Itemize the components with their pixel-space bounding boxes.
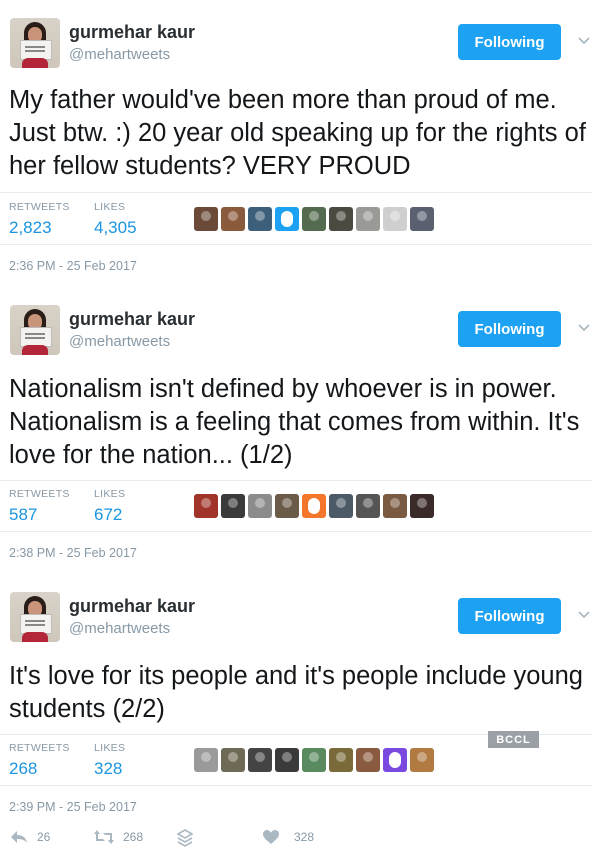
avatar[interactable]	[10, 18, 60, 68]
likes-label: LIKES	[94, 742, 126, 754]
reply-count: 26	[37, 830, 51, 844]
liker-avatar[interactable]	[221, 207, 245, 231]
avatar[interactable]	[10, 592, 60, 642]
retweet-icon	[94, 830, 114, 844]
retweets-count[interactable]: 268	[9, 759, 37, 779]
following-button[interactable]: Following	[458, 598, 561, 634]
user-handle[interactable]: @mehartweets	[69, 620, 170, 637]
likes-count[interactable]: 328	[94, 759, 122, 779]
retweet-count: 268	[123, 830, 144, 844]
divider	[0, 480, 592, 481]
divider	[0, 244, 592, 245]
liker-avatar[interactable]	[194, 207, 218, 231]
liker-avatar[interactable]	[248, 748, 272, 772]
likes-count[interactable]: 4,305	[94, 218, 137, 238]
retweets-label: RETWEETS	[9, 488, 70, 500]
reply-action[interactable]: 26	[9, 829, 50, 845]
liker-avatar[interactable]	[221, 494, 245, 518]
chevron-down-icon[interactable]	[576, 319, 592, 335]
watermark: BCCL	[488, 731, 539, 748]
display-name[interactable]: gurmehar kaur	[69, 596, 195, 617]
liker-avatar[interactable]	[383, 494, 407, 518]
retweets-label: RETWEETS	[9, 742, 70, 754]
heart-icon	[263, 830, 279, 844]
retweets-label: RETWEETS	[9, 201, 70, 213]
liker-avatar[interactable]	[356, 748, 380, 772]
likes-label: LIKES	[94, 201, 126, 213]
layers-icon	[177, 829, 193, 847]
retweets-count[interactable]: 2,823	[9, 218, 52, 238]
liker-avatar[interactable]	[275, 207, 299, 231]
user-handle[interactable]: @mehartweets	[69, 46, 170, 63]
display-name[interactable]: gurmehar kaur	[69, 309, 195, 330]
divider	[0, 531, 592, 532]
reply-icon	[11, 831, 27, 843]
liker-avatar[interactable]	[329, 748, 353, 772]
liker-avatar[interactable]	[329, 494, 353, 518]
liker-avatars	[194, 207, 434, 231]
tweet-1: gurmehar kaur @mehartweets Following My …	[0, 0, 600, 287]
likes-count[interactable]: 672	[94, 505, 122, 525]
timestamp[interactable]: 2:36 PM - 25 Feb 2017	[9, 259, 137, 273]
divider	[0, 785, 592, 786]
liker-avatar[interactable]	[410, 748, 434, 772]
tweet-text: My father would've been more than proud …	[9, 86, 586, 180]
liker-avatar[interactable]	[383, 748, 407, 772]
liker-avatar[interactable]	[248, 494, 272, 518]
tweet-text: It's love for its people and it's people…	[9, 662, 583, 723]
liker-avatar[interactable]	[194, 494, 218, 518]
following-button[interactable]: Following	[458, 311, 561, 347]
liker-avatar[interactable]	[356, 494, 380, 518]
liker-avatars	[194, 494, 434, 518]
liker-avatar[interactable]	[248, 207, 272, 231]
tweet-3: gurmehar kaur @mehartweets Following It'…	[0, 574, 600, 861]
liker-avatar[interactable]	[302, 207, 326, 231]
tweet-text: Nationalism isn't defined by whoever is …	[9, 375, 580, 469]
tweet-2: gurmehar kaur @mehartweets Following Nat…	[0, 287, 600, 574]
divider	[0, 192, 592, 193]
liker-avatar[interactable]	[275, 494, 299, 518]
chevron-down-icon[interactable]	[576, 32, 592, 48]
liker-avatar[interactable]	[356, 207, 380, 231]
likes-label: LIKES	[94, 488, 126, 500]
liker-avatar[interactable]	[221, 748, 245, 772]
liker-avatars	[194, 748, 434, 772]
avatar[interactable]	[10, 305, 60, 355]
liker-avatar[interactable]	[302, 494, 326, 518]
retweet-action[interactable]: 268	[93, 829, 143, 845]
liker-avatar[interactable]	[410, 207, 434, 231]
liker-avatar[interactable]	[302, 748, 326, 772]
retweets-count[interactable]: 587	[9, 505, 37, 525]
timestamp[interactable]: 2:39 PM - 25 Feb 2017	[9, 800, 137, 814]
timestamp[interactable]: 2:38 PM - 25 Feb 2017	[9, 546, 137, 560]
following-button[interactable]: Following	[458, 24, 561, 60]
liker-avatar[interactable]	[329, 207, 353, 231]
stack-action[interactable]	[177, 829, 193, 847]
display-name[interactable]: gurmehar kaur	[69, 22, 195, 43]
like-action[interactable]: 328	[262, 829, 314, 845]
liker-avatar[interactable]	[383, 207, 407, 231]
like-count: 328	[294, 830, 315, 844]
liker-avatar[interactable]	[410, 494, 434, 518]
user-handle[interactable]: @mehartweets	[69, 333, 170, 350]
liker-avatar[interactable]	[275, 748, 299, 772]
chevron-down-icon[interactable]	[576, 606, 592, 622]
liker-avatar[interactable]	[194, 748, 218, 772]
tweet-actions: 26 268 328	[0, 829, 600, 851]
